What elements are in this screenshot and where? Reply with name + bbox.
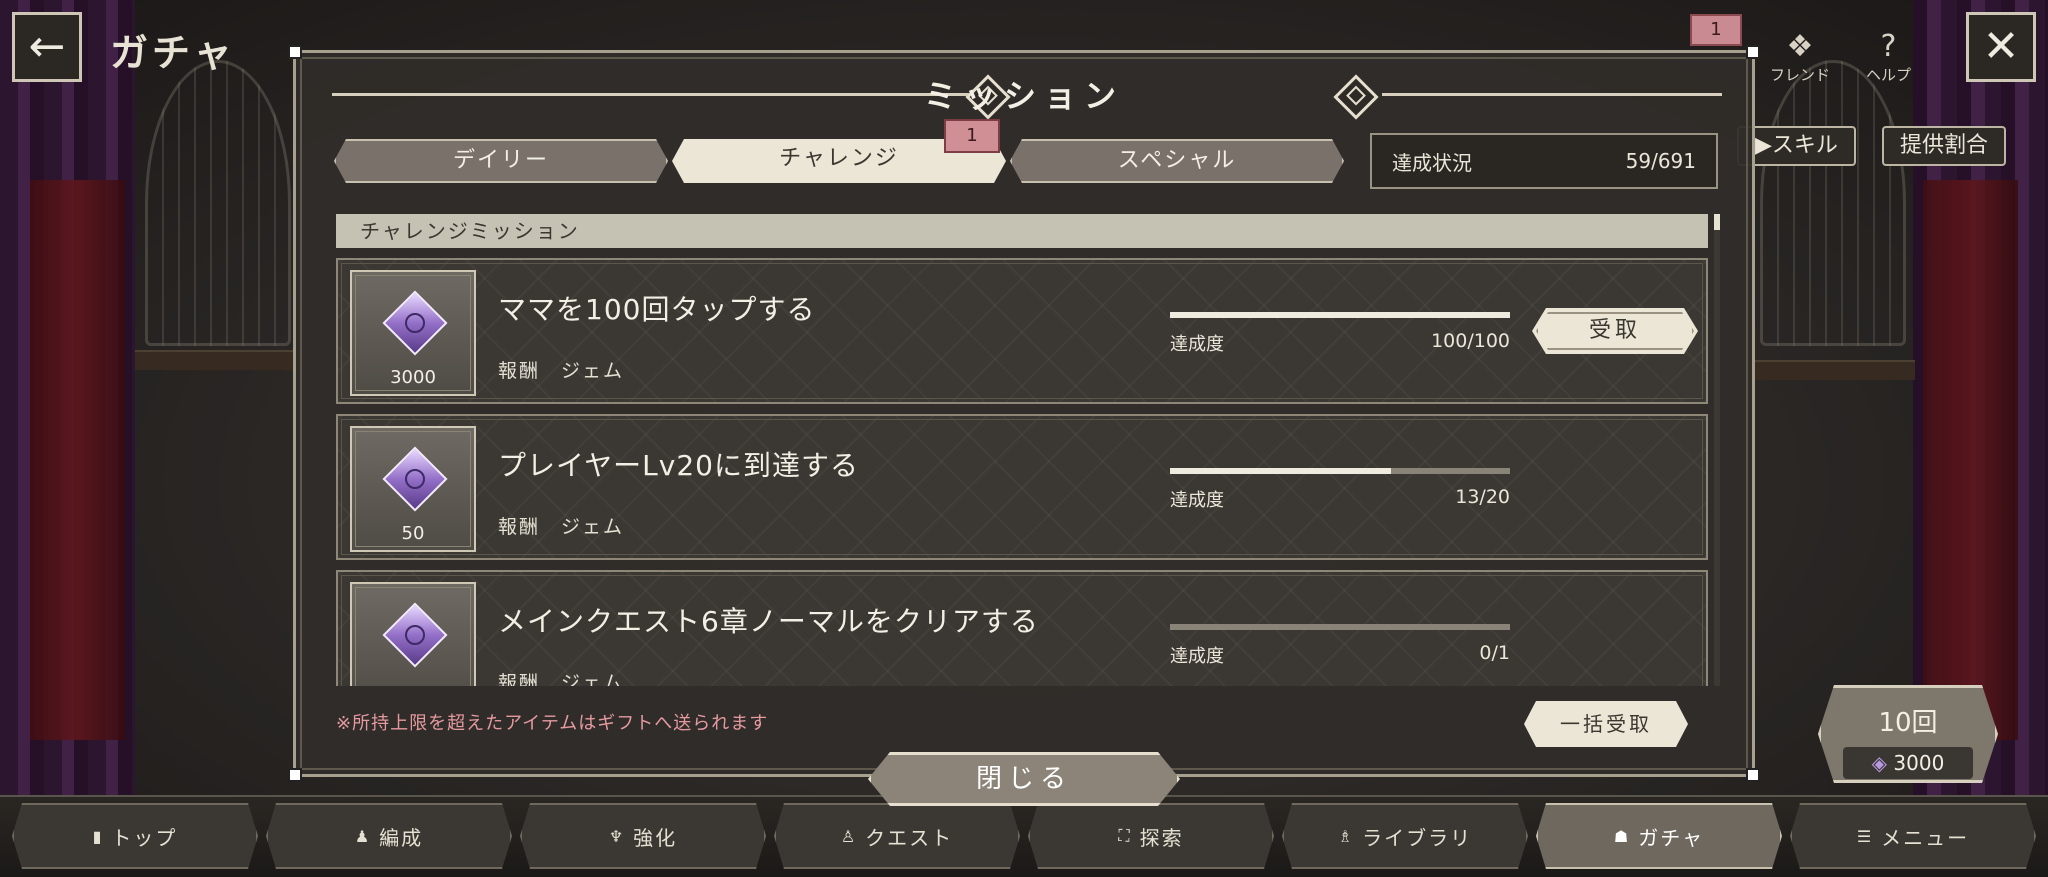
nav-item-quest[interactable]: ♙ クエスト — [774, 803, 1020, 869]
help-menu-button[interactable]: ? ヘルプ — [1866, 30, 1911, 85]
dialog-corner — [288, 768, 302, 782]
nav-item-top[interactable]: ▮ トップ — [12, 803, 258, 869]
mission-list-scrollbar[interactable] — [1714, 214, 1720, 686]
arrow-left-icon: ← — [28, 21, 66, 72]
dialog-corner — [288, 45, 302, 59]
progress-label: 達成度 — [1170, 490, 1224, 511]
gem-icon — [382, 446, 448, 512]
gem-icon: ◈ — [1871, 751, 1888, 775]
party-icon: ♟ — [354, 826, 372, 846]
back-button[interactable]: ← — [12, 12, 82, 82]
progress-label: 達成度 — [1170, 646, 1224, 667]
close-dialog-button[interactable]: 閉じる — [868, 752, 1180, 806]
reward-quantity: 50 — [401, 523, 425, 544]
pull-cost: ◈ 3000 — [1843, 747, 1973, 779]
mission-dialog: ミッション デイリー チャレンジ 1 スペシャル 達成状況 59/691 チャレ… — [288, 45, 1760, 782]
dialog-corner — [1746, 768, 1760, 782]
nav-label: 強化 — [633, 825, 678, 850]
screen-title: ガチャ — [110, 31, 236, 75]
mission-reward: 報酬 ジェム — [498, 512, 624, 539]
tab-challenge-badge: 1 — [944, 119, 1000, 153]
mission-reward: 報酬 ジェム — [498, 356, 624, 383]
progress-bar — [1170, 624, 1510, 630]
gacha-icon: ☗ — [1613, 826, 1631, 846]
nav-item-menu[interactable]: ☰ メニュー — [1790, 803, 2036, 869]
home-icon: ▮ — [92, 826, 104, 846]
friend-menu-label: フレンド — [1770, 66, 1831, 84]
cross-icon: ✕ — [1982, 21, 2020, 72]
bulk-claim-button[interactable]: 一括受取 — [1524, 701, 1688, 747]
reward-icon-box: 3000 — [350, 270, 476, 396]
mission-list: 3000 ママを100回タップする 報酬 ジェム 達成度 100/100 受取 … — [336, 258, 1708, 686]
dialog-corner — [1746, 45, 1760, 59]
gem-icon — [382, 290, 448, 356]
notification-badge: 1 — [1690, 14, 1742, 46]
rates-button[interactable]: 提供割合 — [1882, 126, 2007, 166]
gacha-10-pull-button[interactable]: 10回 ◈ 3000 — [1818, 685, 1998, 783]
tab-special[interactable]: スペシャル — [1010, 139, 1344, 183]
help-menu-label: ヘルプ — [1866, 66, 1912, 84]
explore-icon: ⛶ — [1118, 826, 1132, 845]
nav-label: クエスト — [865, 825, 954, 850]
reward-icon-box: 50 — [350, 426, 476, 552]
mission-title: メインクエスト6章ノーマルをクリアする — [498, 605, 1039, 638]
nav-label: メニュー — [1881, 825, 1970, 850]
pull-cost-value: 3000 — [1893, 751, 1945, 775]
nav-label: 編成 — [379, 825, 424, 850]
nav-item-gacha[interactable]: ☗ ガチャ — [1536, 803, 1782, 869]
progress-value: 13/20 — [1455, 486, 1510, 508]
gem-icon — [382, 602, 448, 668]
scrollbar-thumb[interactable] — [1714, 214, 1720, 230]
close-screen-button[interactable]: ✕ — [1966, 12, 2036, 82]
nav-label: トップ — [111, 825, 178, 850]
library-icon: ♗ — [1337, 826, 1355, 846]
nav-item-explore[interactable]: ⛶ 探索 — [1028, 803, 1274, 869]
achievement-status-value: 59/691 — [1625, 149, 1696, 173]
menu-icon: ☰ — [1856, 826, 1874, 846]
reward-item: ジェム — [561, 516, 625, 538]
progress-bar — [1170, 312, 1510, 318]
progress-fill — [1170, 312, 1510, 318]
nav-label: 探索 — [1139, 825, 1184, 850]
nav-label: ガチャ — [1638, 825, 1705, 850]
title-ornament-line-right — [1382, 93, 1722, 96]
reward-icon-box — [350, 582, 476, 686]
help-icon: ? — [1880, 29, 1897, 64]
friend-menu-button[interactable]: ❖ フレンド — [1770, 30, 1830, 85]
friend-icon: ❖ — [1786, 29, 1814, 64]
nav-item-party[interactable]: ♟ 編成 — [266, 803, 512, 869]
progress-value: 0/1 — [1479, 642, 1510, 664]
nav-item-upgrade[interactable]: ♆ 強化 — [520, 803, 766, 869]
progress-bar — [1170, 468, 1510, 474]
achievement-status: 達成状況 59/691 — [1370, 133, 1718, 189]
upgrade-icon: ♆ — [608, 826, 626, 846]
claim-button[interactable]: 受取 — [1532, 308, 1698, 354]
nav-label: ライブラリ — [1362, 825, 1473, 850]
quest-icon: ♙ — [840, 826, 858, 846]
reward-quantity: 3000 — [390, 367, 436, 388]
reward-label: 報酬 — [498, 672, 541, 686]
mission-title: プレイヤーLv20に到達する — [498, 449, 859, 482]
progress-label: 達成度 — [1170, 334, 1224, 355]
gift-notice: ※所持上限を超えたアイテムはギフトへ送られます — [336, 713, 769, 734]
bottom-nav: ▮ トップ ♟ 編成 ♆ 強化 ♙ クエスト ⛶ 探索 ♗ ライブラリ ☗ ガチャ ☰ メニュー — [0, 795, 2048, 877]
mission-title: ママを100回タップする — [498, 293, 816, 326]
mission-card: 50 プレイヤーLv20に到達する 報酬 ジェム 達成度 13/20 — [336, 414, 1708, 560]
nav-item-library[interactable]: ♗ ライブラリ — [1282, 803, 1528, 869]
reward-item: ジェム — [561, 672, 625, 686]
reward-label: 報酬 — [498, 516, 541, 538]
progress-value: 100/100 — [1431, 330, 1510, 352]
progress-fill — [1170, 468, 1391, 474]
mission-card: 3000 ママを100回タップする 報酬 ジェム 達成度 100/100 受取 — [336, 258, 1708, 404]
pull-count-label: 10回 — [1878, 708, 1938, 738]
reward-label: 報酬 — [498, 360, 541, 382]
section-header: チャレンジミッション — [336, 214, 1708, 248]
reward-item: ジェム — [561, 360, 625, 382]
mission-card: メインクエスト6章ノーマルをクリアする 報酬 ジェム 達成度 0/1 — [336, 570, 1708, 686]
tab-daily[interactable]: デイリー — [334, 139, 668, 183]
mission-reward: 報酬 ジェム — [498, 668, 624, 686]
achievement-status-label: 達成状況 — [1392, 150, 1472, 175]
